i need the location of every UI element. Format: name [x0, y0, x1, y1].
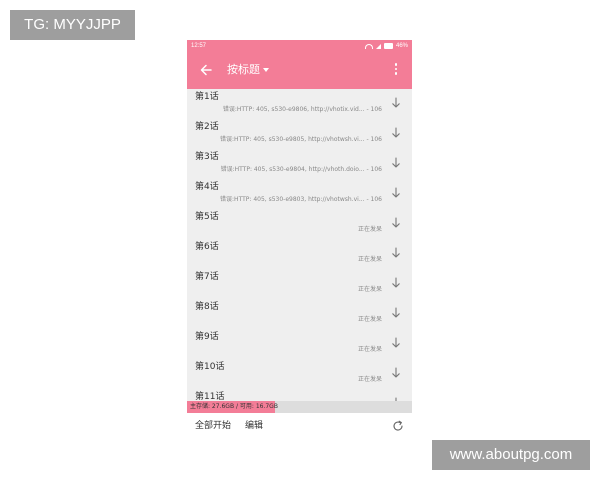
chapter-list: 第1话 错误:HTTP: 405, s530-e9806, http://vhot…: [187, 89, 412, 401]
chapter-status: 错误:HTTP: 405, s530-e9805, http://vhotwsh…: [220, 136, 382, 143]
download-arrow-icon[interactable]: [391, 187, 401, 199]
chapter-name: 第4话: [195, 182, 219, 192]
status-time: 12:57: [191, 43, 207, 49]
download-arrow-icon[interactable]: [391, 127, 401, 139]
download-arrow-icon[interactable]: [391, 97, 401, 109]
download-arrow-icon[interactable]: [391, 157, 401, 169]
chapter-name: 第1话: [195, 92, 219, 102]
status-indicators: 46%: [364, 43, 408, 49]
chapter-name: 第7话: [195, 272, 219, 282]
download-arrow-icon[interactable]: [391, 247, 401, 259]
chapter-name: 第11话: [195, 392, 225, 401]
storage-bar: 主存储: 27.6GB / 可用: 16.7GB: [187, 401, 412, 413]
chapter-row[interactable]: 第1话 错误:HTTP: 405, s530-e9806, http://vhot…: [187, 89, 412, 119]
download-arrow-icon[interactable]: [391, 307, 401, 319]
download-arrow-icon[interactable]: [391, 337, 401, 349]
chapter-status: 正在发呆: [357, 316, 382, 323]
chapter-name: 第5话: [195, 212, 219, 222]
chapter-status: 错误:HTTP: 405, s530-e9804, http://vhoth.d…: [220, 166, 382, 173]
chapter-status: 正在发呆: [357, 226, 382, 233]
chapter-status: 正在发呆: [357, 376, 382, 383]
caret-down-icon[interactable]: [263, 68, 269, 72]
chapter-status: 正在发呆: [357, 346, 382, 353]
chapter-row[interactable]: 第3话 错误:HTTP: 405, s530-e9804, http://vhot…: [187, 149, 412, 179]
download-arrow-icon[interactable]: [391, 217, 401, 229]
chapter-status: 错误:HTTP: 405, s530-e9806, http://vhotix.…: [222, 106, 382, 113]
chapter-row[interactable]: 第4话 错误:HTTP: 405, s530-e9803, http://vhot…: [187, 179, 412, 209]
app-bar: 按标题: [187, 53, 412, 89]
chapter-row[interactable]: 第7话正在发呆: [187, 269, 412, 299]
chapter-row[interactable]: 第8话正在发呆: [187, 299, 412, 329]
chapter-name: 第10话: [195, 362, 225, 372]
chapter-row[interactable]: 第5话正在发呆: [187, 209, 412, 239]
signal-icon: [375, 43, 381, 49]
chapter-name: 第3话: [195, 152, 219, 162]
storage-text: 主存储: 27.6GB / 可用: 16.7GB: [190, 403, 278, 410]
screenshot-page: TG: MYYJJPP 12:57 46% 按标题 第1话 错误:HTTP: 40…: [0, 0, 600, 480]
chapter-name: 第8话: [195, 302, 219, 312]
watermark-top: TG: MYYJJPP: [10, 10, 135, 40]
arrow-left-icon[interactable]: [199, 63, 213, 77]
chapter-row[interactable]: 第9话正在发呆: [187, 329, 412, 359]
chapter-row[interactable]: 第10话正在发呆: [187, 359, 412, 389]
chapter-status: 正在发呆: [357, 256, 382, 263]
chapter-name: 第9话: [195, 332, 219, 342]
download-arrow-icon[interactable]: [391, 277, 401, 289]
download-arrow-icon[interactable]: [391, 367, 401, 379]
status-bar: 12:57 46%: [187, 40, 412, 53]
chapter-row[interactable]: 第2话 错误:HTTP: 405, s530-e9805, http://vhot…: [187, 119, 412, 149]
battery-icon: [383, 43, 393, 49]
chapter-name: 第6话: [195, 242, 219, 252]
chapter-name: 第2话: [195, 122, 219, 132]
chapter-status: 错误:HTTP: 405, s530-e9803, http://vhotwsh…: [220, 196, 382, 203]
more-vert-icon[interactable]: [394, 63, 398, 77]
refresh-icon[interactable]: [392, 420, 404, 432]
start-all-button[interactable]: 全部开始: [195, 420, 231, 432]
watermark-bottom: www.aboutpg.com: [432, 440, 590, 470]
chapter-status: 正在发呆: [357, 286, 382, 293]
page-title[interactable]: 按标题: [227, 63, 260, 77]
chapter-row[interactable]: 第11话: [187, 389, 412, 401]
edit-button[interactable]: 编辑: [245, 420, 263, 432]
battery-percent: 46%: [395, 43, 408, 49]
chapter-row[interactable]: 第6话正在发呆: [187, 239, 412, 269]
bottom-bar: 全部开始 编辑: [187, 413, 412, 440]
wifi-icon: [364, 43, 373, 49]
phone-screen: 12:57 46% 按标题 第1话 错误:HTTP: 405, s530-e980…: [187, 40, 412, 440]
